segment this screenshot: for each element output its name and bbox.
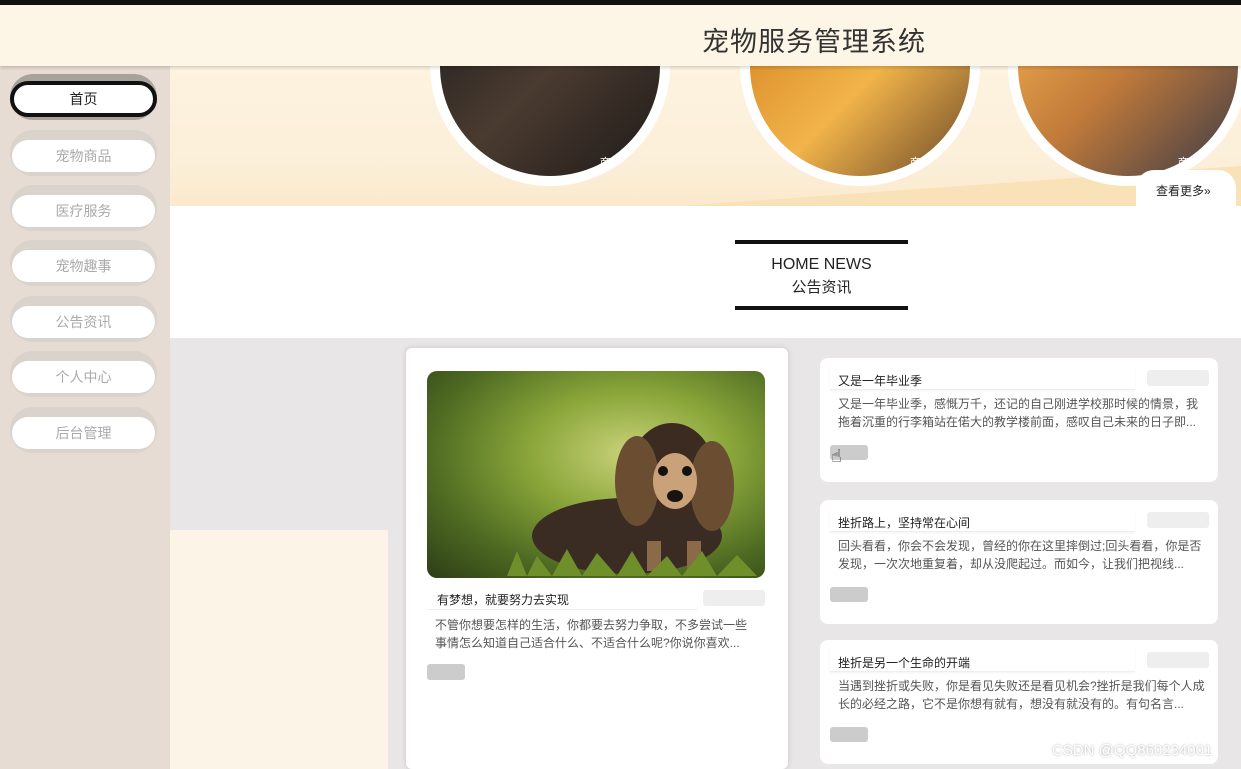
nav-item-home[interactable]: 首页: [10, 74, 157, 120]
news-heading: HOME NEWS 公告资讯: [735, 240, 908, 310]
nav-item-label: 公告资讯: [12, 306, 155, 338]
featured-news-read-button[interactable]: [427, 664, 465, 680]
nav-item-admin[interactable]: 后台管理: [10, 407, 157, 453]
news-item-title: 又是一年毕业季: [830, 366, 1135, 390]
product-card[interactable]: 商品名称4: [740, 66, 980, 186]
news-heading-zh: 公告资讯: [791, 279, 852, 296]
news-item-date-badge: [1147, 512, 1209, 528]
nav-item-label: 宠物商品: [12, 140, 155, 172]
nav-item-pet-products[interactable]: 宠物商品: [10, 130, 157, 176]
watermark-text: CSDN @QQ860234001: [1052, 742, 1213, 759]
product-name: 商品名称2: [1177, 157, 1228, 169]
news-item-summary: 回头看看，你会不会发现，曾经的你在这里摔倒过;回头看看，你是否发现，一次次地重复…: [838, 539, 1202, 571]
featured-news-title: 有梦想，就要努力去实现: [427, 586, 697, 610]
nav-item-announcements[interactable]: 公告资讯: [10, 296, 157, 342]
featured-news-card[interactable]: 有梦想，就要努力去实现 不管你想要怎样的生活，你都要去努力争取，不多尝试一些事情…: [406, 348, 788, 769]
product-card[interactable]: 商品名称6: [430, 66, 670, 186]
news-heading-en: HOME NEWS: [771, 256, 872, 273]
news-item-read-button[interactable]: [830, 727, 868, 742]
nav-item-label: 后台管理: [12, 417, 155, 449]
product-name: 商品名称6: [599, 157, 650, 169]
hand-cursor-icon: ☝: [831, 446, 842, 466]
news-item-date-badge: [1147, 370, 1209, 386]
news-item-read-button[interactable]: [830, 587, 868, 602]
nav-item-label: 个人中心: [12, 361, 155, 393]
nav-item-pet-stories[interactable]: 宠物趣事: [10, 240, 157, 286]
top-header: 宠物服务管理系统: [0, 0, 1241, 66]
nav-item-medical-service[interactable]: 医疗服务: [10, 185, 157, 231]
news-area-decoration: [170, 530, 388, 769]
site-title: 宠物服务管理系统: [702, 27, 926, 57]
dog-illustration: [507, 423, 757, 576]
view-more-label: 查看更多: [1156, 184, 1205, 198]
news-item[interactable]: 又是一年毕业季 又是一年毕业季，感慨万千，还记的自己刚进学校那时候的情景，我拖着…: [820, 358, 1218, 482]
nav-item-label: 宠物趣事: [12, 250, 155, 282]
featured-news-date-badge: [703, 590, 765, 606]
product-card[interactable]: 商品名称2: [1008, 66, 1241, 186]
news-item-title: 挫折是另一个生命的开端: [830, 648, 1135, 672]
featured-news-summary: 不管你想要怎样的生活，你都要去努力争取，不多尝试一些事情怎么知道自己适合什么、不…: [435, 618, 748, 650]
nav-item-label: 医疗服务: [12, 195, 155, 227]
featured-news-image: [427, 371, 765, 578]
nav-item-personal-center[interactable]: 个人中心: [10, 351, 157, 397]
news-header-section: HOME NEWS 公告资讯: [170, 206, 1241, 338]
news-item[interactable]: 挫折路上，坚持常在心间 回头看看，你会不会发现，曾经的你在这里摔倒过;回头看看，…: [820, 500, 1218, 624]
nav-item-label: 首页: [10, 81, 157, 117]
double-chevron-right-icon: »: [1204, 184, 1211, 198]
news-item-date-badge: [1147, 652, 1209, 668]
news-item-summary: 又是一年毕业季，感慨万千，还记的自己刚进学校那时候的情景，我拖着沉重的行李箱站在…: [838, 397, 1199, 429]
sidebar-nav: 首页 宠物商品 医疗服务 宠物趣事 公告资讯 个人中心 后台管理: [0, 66, 170, 769]
view-more-link[interactable]: 查看更多»: [1136, 170, 1236, 206]
product-name: 商品名称4: [909, 157, 960, 169]
news-item-summary: 当遇到挫折或失败，你是看见失败还是看见机会?挫折是我们每个人成长的必经之路，它不…: [838, 679, 1205, 711]
news-item-title: 挫折路上，坚持常在心间: [830, 508, 1135, 532]
product-carousel: 商品名称6 商品名称4 商品名称2: [170, 66, 1241, 206]
